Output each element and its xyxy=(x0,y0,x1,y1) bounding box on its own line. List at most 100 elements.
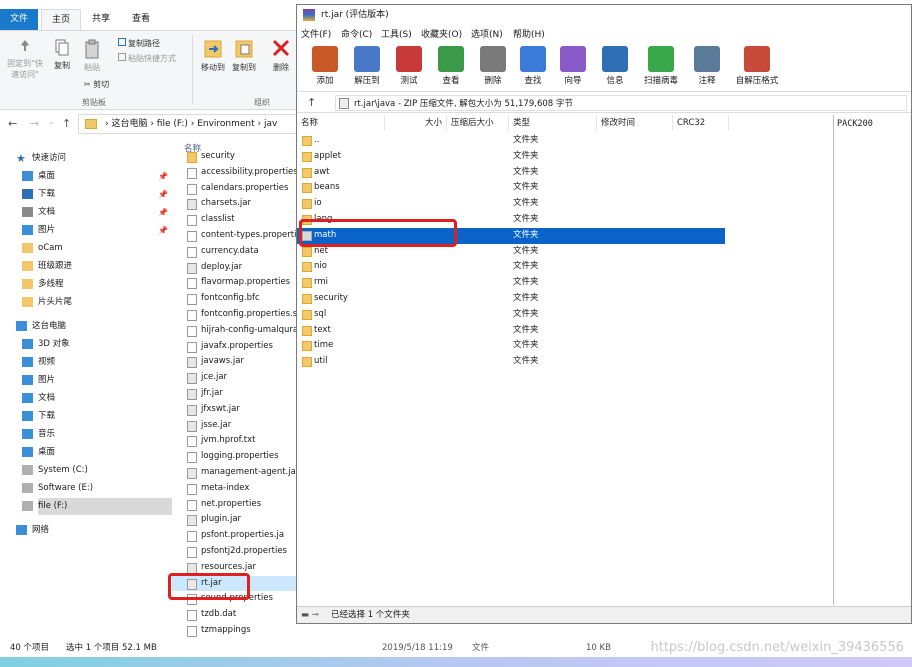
archive-row[interactable]: nio 文件夹 xyxy=(297,259,725,275)
pin-quick-access-button[interactable]: 固定到"快 速访问" xyxy=(4,39,46,80)
archive-row[interactable]: text 文件夹 xyxy=(297,323,725,339)
copy-to-button[interactable]: 复制到 xyxy=(229,37,259,73)
nav-quick-item[interactable]: oCam xyxy=(22,240,63,257)
file-row[interactable]: psfont.properties.ja xyxy=(172,528,296,544)
menu-favorites[interactable]: 收藏夹(O) xyxy=(421,26,462,44)
column-modified[interactable]: 修改时间 xyxy=(597,115,673,131)
archive-row[interactable]: awt 文件夹 xyxy=(297,165,725,181)
file-row[interactable]: jce.jar xyxy=(172,370,296,386)
toolbar-button[interactable]: 删除 xyxy=(473,46,513,86)
file-row[interactable]: charsets.jar xyxy=(172,196,296,212)
toolbar-button[interactable]: 查找 xyxy=(513,46,553,86)
paste-button[interactable]: 粘贴 xyxy=(80,39,104,73)
back-arrow-icon[interactable]: ← xyxy=(8,117,17,130)
file-row[interactable]: content-types.properties xyxy=(172,228,296,244)
cut-button[interactable]: ✂ 剪切 xyxy=(84,79,109,90)
nav-pc-item[interactable]: 桌面 xyxy=(22,444,158,461)
nav-quick-item[interactable]: 图片 📌 xyxy=(22,222,168,239)
nav-network[interactable]: 网络 xyxy=(16,522,49,539)
nav-this-pc[interactable]: 这台电脑 xyxy=(16,318,66,335)
copy-path-button[interactable]: 复制路径 xyxy=(118,38,160,49)
file-row[interactable]: net.properties xyxy=(172,497,296,513)
chevron-down-icon[interactable]: ⌄ xyxy=(48,117,55,126)
toolbar-button[interactable]: 注释 xyxy=(687,46,727,86)
menu-tools[interactable]: 工具(S) xyxy=(381,26,412,44)
file-row[interactable]: currency.data xyxy=(172,244,296,260)
file-row[interactable]: flavormap.properties xyxy=(172,275,296,291)
archive-row[interactable]: sql 文件夹 xyxy=(297,307,725,323)
menu-command[interactable]: 命令(C) xyxy=(341,26,372,44)
nav-quick-access[interactable]: ★ 快速访问 xyxy=(16,150,66,167)
nav-pc-item[interactable]: 视频 xyxy=(22,354,158,371)
archive-row[interactable]: security 文件夹 xyxy=(297,291,725,307)
file-row[interactable]: meta-index xyxy=(172,481,296,497)
file-row[interactable]: tzdb.dat xyxy=(172,607,296,623)
address-bar[interactable]: › 这台电脑 › file (F:) › Environment › jav xyxy=(78,114,300,134)
toolbar-button[interactable]: 扫描病毒 xyxy=(641,46,681,86)
column-size[interactable]: 大小 xyxy=(385,115,447,131)
nav-quick-item[interactable]: 多线程 xyxy=(22,276,64,293)
nav-quick-item[interactable]: 片头片尾 xyxy=(22,294,72,311)
nav-quick-item[interactable]: 文档 📌 xyxy=(22,204,168,221)
nav-pc-item[interactable]: 下载 xyxy=(22,408,158,425)
column-type[interactable]: 类型 xyxy=(509,115,597,131)
archive-row[interactable]: applet 文件夹 xyxy=(297,149,725,165)
file-row[interactable]: classlist xyxy=(172,212,296,228)
archive-row[interactable]: time 文件夹 xyxy=(297,338,725,354)
nav-pc-item[interactable]: 音乐 xyxy=(22,426,158,443)
nav-pc-item[interactable]: System (C:) xyxy=(22,462,158,479)
file-row[interactable]: fontconfig.properties.src xyxy=(172,307,296,323)
archive-row[interactable]: io 文件夹 xyxy=(297,196,725,212)
file-row[interactable]: javaws.jar xyxy=(172,354,296,370)
archive-row[interactable]: .. 文件夹 xyxy=(297,133,725,149)
move-to-button[interactable]: 移动到 xyxy=(198,37,228,73)
archive-row[interactable]: util 文件夹 xyxy=(297,354,725,370)
file-row[interactable]: tzmappings xyxy=(172,623,296,639)
tab-file[interactable]: 文件 xyxy=(0,9,38,30)
nav-quick-item[interactable]: 下载 📌 xyxy=(22,186,168,203)
archive-row[interactable]: rmi 文件夹 xyxy=(297,275,725,291)
archive-row[interactable]: beans 文件夹 xyxy=(297,180,725,196)
toolbar-button[interactable]: 向导 xyxy=(553,46,593,86)
toolbar-button[interactable]: 解压到 xyxy=(347,46,387,86)
tab-view[interactable]: 查看 xyxy=(124,9,158,30)
column-name[interactable]: 名称 xyxy=(297,115,385,131)
toolbar-button[interactable]: 查看 xyxy=(431,46,471,86)
up-arrow-icon[interactable]: ↑ xyxy=(307,96,316,109)
nav-pc-item[interactable]: file (F:) xyxy=(22,498,172,515)
menu-options[interactable]: 选项(N) xyxy=(471,26,503,44)
paste-shortcut-button[interactable]: 粘贴快捷方式 xyxy=(118,53,176,64)
column-packed-size[interactable]: 压缩后大小 xyxy=(447,115,509,131)
nav-quick-item[interactable]: 班级跟进 xyxy=(22,258,72,275)
nav-pc-item[interactable]: 3D 对象 xyxy=(22,336,158,353)
delete-button[interactable]: 删除 xyxy=(268,37,294,73)
file-row[interactable]: jsse.jar xyxy=(172,418,296,434)
file-row[interactable]: calendars.properties xyxy=(172,181,296,197)
file-row[interactable]: management-agent.jar xyxy=(172,465,296,481)
file-row[interactable]: plugin.jar xyxy=(172,512,296,528)
file-row[interactable]: fontconfig.bfc xyxy=(172,291,296,307)
copy-button[interactable]: 复制 xyxy=(50,39,74,71)
file-row[interactable]: psfontj2d.properties xyxy=(172,544,296,560)
menu-file[interactable]: 文件(F) xyxy=(301,26,331,44)
file-row[interactable]: jfxswt.jar xyxy=(172,402,296,418)
file-row[interactable]: security xyxy=(172,151,296,165)
up-arrow-icon[interactable]: ↑ xyxy=(62,117,71,130)
toolbar-button[interactable]: 信息 xyxy=(595,46,635,86)
menu-help[interactable]: 帮助(H) xyxy=(513,26,545,44)
toolbar-button[interactable]: 添加 xyxy=(305,46,345,86)
nav-pc-item[interactable]: Software (E:) xyxy=(22,480,158,497)
file-row[interactable]: javafx.properties xyxy=(172,339,296,355)
file-row[interactable]: jfr.jar xyxy=(172,386,296,402)
file-row[interactable]: logging.properties xyxy=(172,449,296,465)
file-row[interactable]: accessibility.properties xyxy=(172,165,296,181)
toolbar-button[interactable]: 测试 xyxy=(389,46,429,86)
column-crc32[interactable]: CRC32 xyxy=(673,115,729,131)
tab-share[interactable]: 共享 xyxy=(84,9,118,30)
nav-pc-item[interactable]: 图片 xyxy=(22,372,158,389)
nav-pc-item[interactable]: 文档 xyxy=(22,390,158,407)
nav-quick-item[interactable]: 桌面 📌 xyxy=(22,168,168,185)
file-row[interactable]: deploy.jar xyxy=(172,260,296,276)
forward-arrow-icon[interactable]: → xyxy=(30,117,39,130)
file-row[interactable]: hijrah-config-umalqura.properties xyxy=(172,323,296,339)
